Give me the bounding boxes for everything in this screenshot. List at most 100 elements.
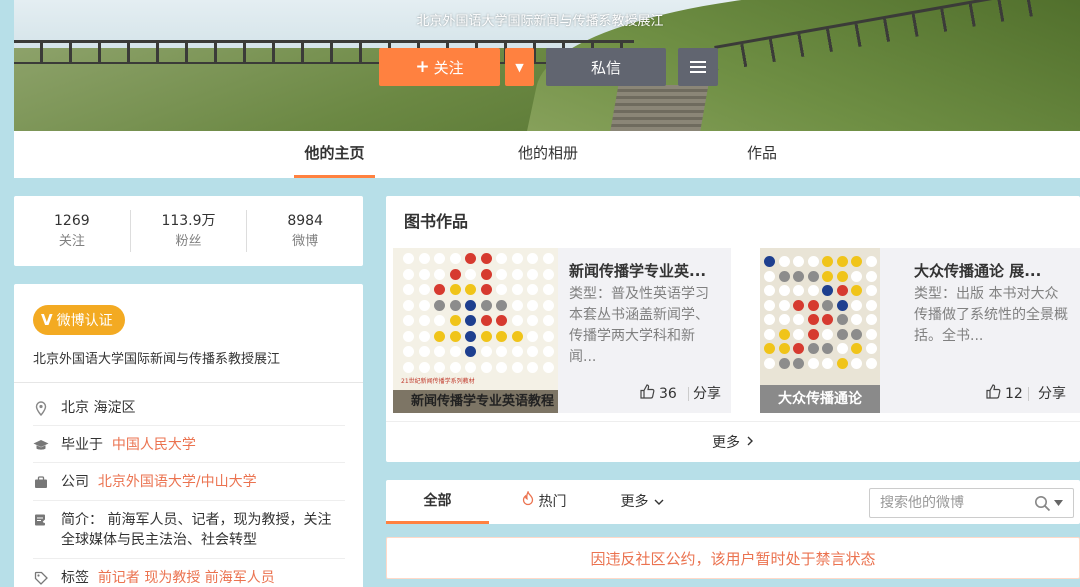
- menu-icon-bar: [690, 66, 706, 68]
- education-text: 毕业于 中国人民大学: [61, 435, 196, 455]
- briefcase-icon: [33, 472, 49, 492]
- cover-dot: [511, 315, 523, 326]
- book-share-button[interactable]: 分享: [693, 383, 721, 403]
- posts-count[interactable]: 8984 微博: [247, 210, 363, 252]
- tab-home[interactable]: 他的主页: [294, 131, 375, 178]
- cover-dot: [449, 284, 461, 295]
- posts-value: 8984: [287, 213, 323, 229]
- cover-dot: [403, 330, 414, 342]
- cover-dot: [527, 268, 538, 280]
- divider: [14, 382, 363, 383]
- cover-dot: [496, 330, 507, 342]
- cover-dot: [465, 346, 476, 357]
- cover-dot: [793, 285, 804, 296]
- following-count[interactable]: 1269 关注: [14, 210, 131, 252]
- cover-dot: [778, 343, 790, 354]
- company-link[interactable]: 北京外国语大学/中山大学: [98, 474, 257, 490]
- cover-dot: [480, 361, 492, 373]
- cover-dot: [778, 285, 790, 296]
- cover-dot: [793, 299, 804, 311]
- book-title[interactable]: 新闻传播学专业英...: [569, 260, 721, 281]
- cover-dot: [851, 299, 862, 311]
- cover-dot: [778, 270, 790, 282]
- tab-album[interactable]: 他的相册: [504, 131, 592, 178]
- profile-info-card: V 微博认证 北京外国语大学国际新闻与传播系教授展江 北京 海淀区 毕业于 中国…: [14, 284, 363, 587]
- cover-dot: [778, 256, 790, 267]
- education-link[interactable]: 中国人民大学: [112, 437, 196, 453]
- cover-dot: [527, 330, 538, 342]
- book-description: 类型：普及性英语学习 本套丛书涵盖新闻学、传播学两大学科和新闻...: [569, 286, 709, 365]
- book-like-count: 12: [1005, 385, 1023, 402]
- fire-icon: [522, 481, 534, 523]
- cover-dot: [511, 299, 523, 311]
- cover-dot: [527, 253, 538, 264]
- cover-dot: [836, 285, 848, 296]
- cover-dot: [793, 328, 804, 340]
- menu-button[interactable]: [678, 48, 718, 86]
- feed-tab-all[interactable]: 全部: [386, 480, 489, 524]
- cover-dot: [434, 284, 445, 295]
- cover-dot: [836, 357, 848, 369]
- cover-title-text: 新闻传播学专业英语教程: [411, 394, 555, 409]
- feed-tab-more[interactable]: 更多: [612, 480, 672, 524]
- cover-dot: [764, 357, 775, 369]
- cover-dot: [851, 285, 862, 296]
- tags-text: 标签 前记者 现为教授 前海军人员: [61, 568, 275, 587]
- follow-button[interactable]: + 关注: [379, 48, 500, 86]
- cover-dot: [851, 270, 862, 282]
- cover-dot: [807, 357, 819, 369]
- cover-dot: [418, 268, 430, 280]
- cover-dot: [822, 328, 833, 340]
- location-text: 北京 海淀区: [61, 400, 136, 416]
- cover-dot: [822, 285, 833, 296]
- bio-prefix: 简介：: [61, 512, 103, 528]
- message-button[interactable]: 私信: [546, 48, 666, 86]
- cover-dot: [865, 285, 877, 296]
- chevron-down-icon: ▼: [515, 60, 524, 74]
- verification-badge[interactable]: V 微博认证: [33, 305, 125, 335]
- cover-dot: [465, 330, 476, 342]
- follow-dropdown-button[interactable]: ▼: [505, 48, 534, 86]
- cover-dot: [851, 314, 862, 325]
- cover-dot: [418, 346, 430, 357]
- book-cover-image[interactable]: 21世纪新闻传播学系列教材 新闻传播学专业英语教程: [393, 248, 558, 413]
- cover-dot: [434, 268, 445, 280]
- book-share-button[interactable]: 分享: [1038, 383, 1066, 403]
- tags-links[interactable]: 前记者 现为教授 前海军人员: [98, 570, 275, 586]
- verification-description: 北京外国语大学国际新闻与传播系教授展江: [33, 352, 281, 367]
- cover-dot: [418, 330, 430, 342]
- cover-dot: [480, 315, 492, 326]
- tab-works[interactable]: 作品: [738, 131, 786, 178]
- books-more-link[interactable]: 更多: [386, 421, 1080, 462]
- profile-tabbar: 他的主页 他的相册 作品: [14, 131, 1080, 178]
- cover-dot: [865, 314, 877, 325]
- book-like-button[interactable]: 12: [986, 384, 1023, 403]
- cover-dot: [822, 299, 833, 311]
- cover-dot: [496, 284, 507, 295]
- info-location: 北京 海淀区: [33, 398, 345, 418]
- feed-tab-hot[interactable]: 热门: [514, 480, 574, 524]
- cover-dot: [418, 315, 430, 326]
- cover-dot: [764, 299, 775, 311]
- book-item[interactable]: 大众传播通论 大众传播通论 展... 类型：出版 本书对大众传播做了系统性的全景…: [760, 248, 1080, 413]
- cover-dot: [418, 253, 430, 264]
- search-icon[interactable]: [1034, 495, 1063, 512]
- cover-dot: [542, 253, 554, 264]
- cover-dot: [480, 284, 492, 295]
- book-like-button[interactable]: 36: [640, 384, 677, 403]
- cover-dot-pattern: [393, 248, 558, 378]
- feed-search-input[interactable]: [880, 495, 1030, 511]
- followers-count[interactable]: 113.9万 粉丝: [131, 210, 248, 252]
- cover-dot-pattern: [760, 248, 880, 378]
- following-value: 1269: [54, 213, 90, 229]
- plus-icon: +: [415, 57, 430, 77]
- cover-dot: [807, 314, 819, 325]
- book-cover-image[interactable]: 大众传播通论: [760, 248, 880, 413]
- cover-dot: [403, 268, 414, 280]
- thumbs-up-icon: [986, 384, 1001, 403]
- book-title[interactable]: 大众传播通论 展...: [914, 260, 1064, 281]
- chevron-down-icon: [654, 481, 664, 523]
- book-item[interactable]: 21世纪新闻传播学系列教材 新闻传播学专业英语教程 新闻传播学专业英... 类型…: [393, 248, 731, 413]
- cover-dot: [527, 284, 538, 295]
- cover-dot: [822, 256, 833, 267]
